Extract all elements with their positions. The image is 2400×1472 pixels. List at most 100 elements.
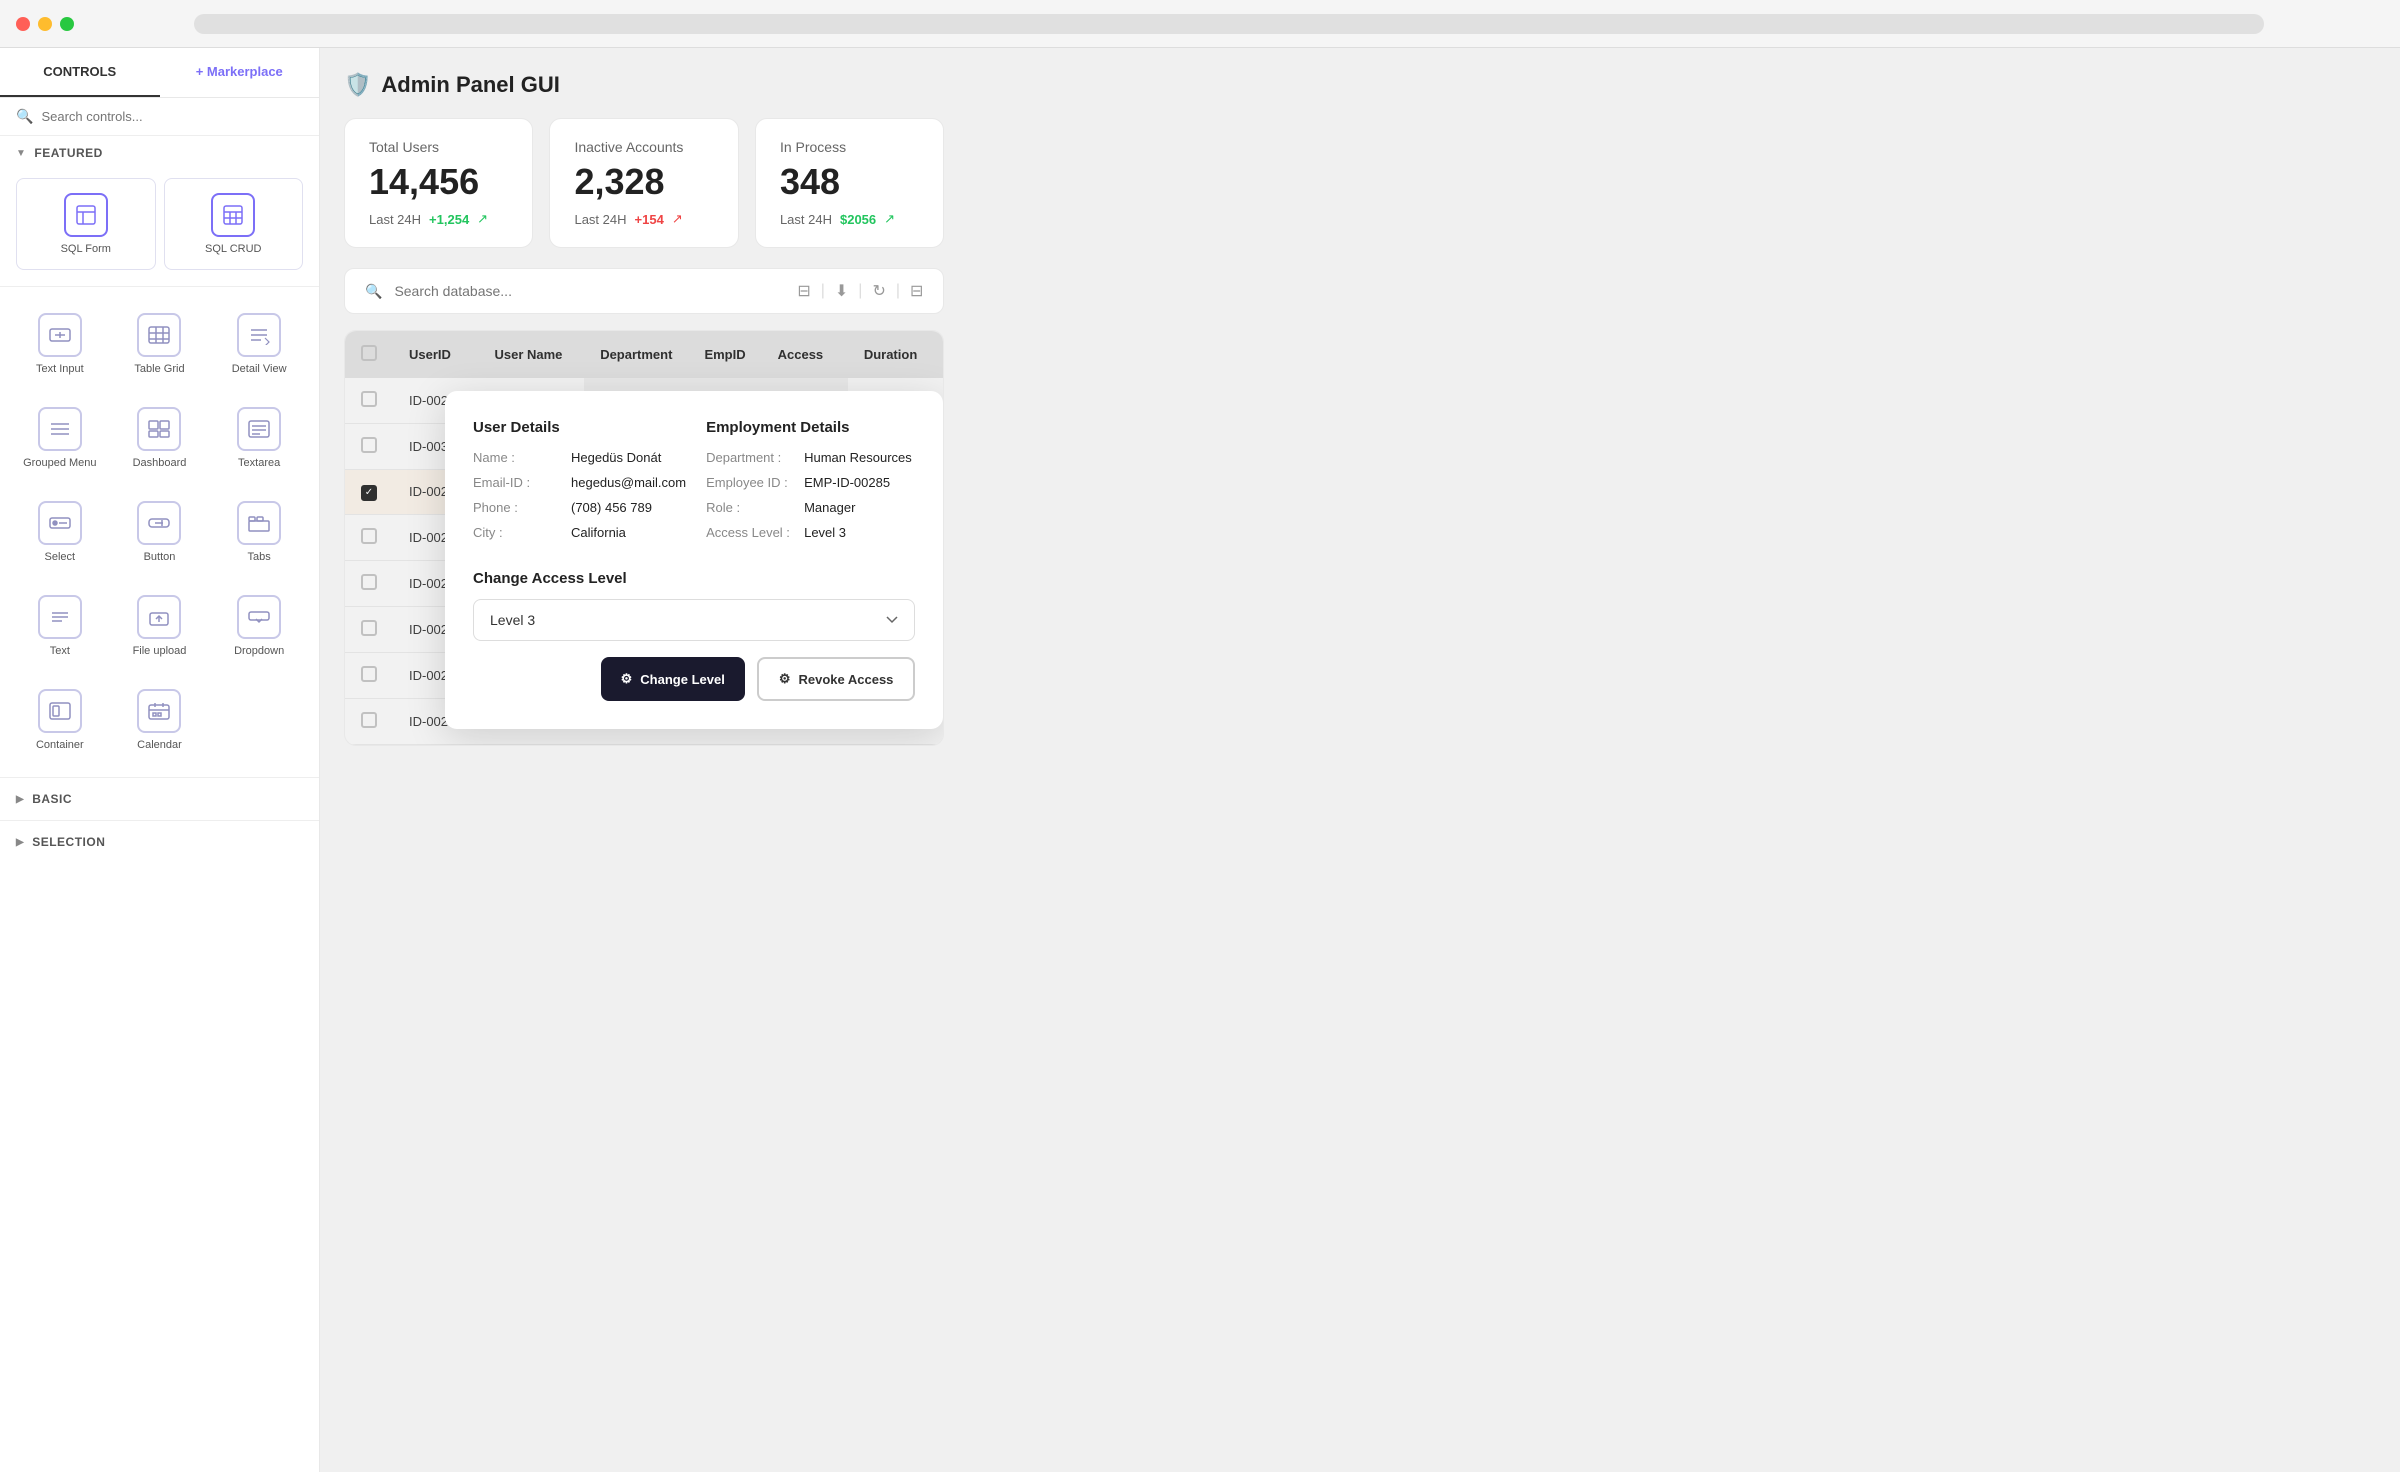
sql-crud-icon [211,193,255,237]
control-button[interactable]: Button [112,487,208,577]
trend-up-icon: ↗ [477,211,488,227]
stat-in-process-value: 348 [780,161,919,203]
minimize-button[interactable] [38,17,52,31]
control-select[interactable]: Select [12,487,108,577]
control-calendar[interactable]: Calendar [112,675,208,765]
section-label-featured: FEATURED [34,146,102,160]
control-tabs[interactable]: Tabs [211,487,307,577]
field-city: City : California [473,525,686,540]
control-dropdown[interactable]: Dropdown [211,581,307,671]
access-level-label: Access Level : [706,525,796,540]
search-bar: 🔍 ⊟ | ⬇ | ↻ | ⊟ [344,268,944,314]
stat-total-users: Total Users 14,456 Last 24H +1,254 ↗ [344,118,533,248]
search-icon-main: 🔍 [365,283,382,300]
tabs-icon [237,501,281,545]
section-header-basic[interactable]: ▶ BASIC [0,782,319,816]
control-sql-crud[interactable]: SQL CRUD [164,178,304,270]
search-actions: ⊟ | ⬇ | ↻ | ⊟ [797,281,923,301]
stat-total-users-change: +1,254 [429,212,469,227]
container-icon [38,689,82,733]
name-label: Name : [473,450,563,465]
close-button[interactable] [16,17,30,31]
chevron-right-icon: ▶ [16,794,24,805]
refresh-icon[interactable]: ↻ [872,281,885,301]
user-details-title: User Details [473,419,686,436]
revoke-access-button[interactable]: ⚙ Revoke Access [757,657,916,701]
change-access-title: Change Access Level [473,570,915,587]
shield-icon: 🛡️ [344,72,371,98]
page-title: Admin Panel GUI [381,72,559,98]
table-grid-label: Table Grid [134,363,184,375]
control-grouped-menu[interactable]: Grouped Menu [12,393,108,483]
stat-total-users-label: Total Users [369,139,508,155]
employment-details-title: Employment Details [706,419,915,436]
filter-icon[interactable]: ⊟ [797,281,810,301]
stat-in-process-period: Last 24H [780,212,832,227]
sidebar-tabs: CONTROLS + Markerplace [0,48,319,98]
text-input-label: Text Input [36,363,84,375]
trend-down-icon: ↗ [672,211,683,227]
sql-form-label: SQL Form [61,243,111,255]
grouped-menu-icon [38,407,82,451]
field-access-level: Access Level : Level 3 [706,525,915,540]
chevron-right-icon-2: ▶ [16,837,24,848]
control-text-input[interactable]: Text Input [12,299,108,389]
grouped-menu-label: Grouped Menu [23,457,96,469]
stat-inactive-period: Last 24H [574,212,626,227]
table-grid-icon [137,313,181,357]
maximize-button[interactable] [60,17,74,31]
chevron-down-icon: ▼ [16,148,26,159]
level-select[interactable]: Level 1 Level 2 Level 3 Level 4 Level 5 [473,599,915,641]
field-dept: Department : Human Resources [706,450,915,465]
section-header-featured[interactable]: ▼ FEATURED [0,136,319,170]
stat-inactive-accounts: Inactive Accounts 2,328 Last 24H +154 ↗ [549,118,738,248]
database-search-input[interactable] [394,283,785,299]
revoke-access-label: Revoke Access [798,672,893,687]
control-sql-form[interactable]: SQL Form [16,178,156,270]
search-input[interactable] [41,109,303,124]
change-level-button[interactable]: ⚙ Change Level [601,657,745,701]
titlebar-search-bar [194,14,2264,34]
controls-grid: Text Input Table Grid [0,291,319,773]
control-file-upload[interactable]: File upload [112,581,208,671]
select-label: Select [45,551,76,563]
textarea-icon [237,407,281,451]
control-detail-view[interactable]: Detail View [211,299,307,389]
control-text[interactable]: Text [12,581,108,671]
stat-inactive-label: Inactive Accounts [574,139,713,155]
popup-overlay: User Details Name : Hegedüs Donát Email-… [345,331,943,745]
email-label: Email-ID : [473,475,563,490]
city-label: City : [473,525,563,540]
email-value: hegedus@mail.com [571,475,686,490]
dept-value: Human Resources [804,450,912,465]
tab-marketplace[interactable]: + Markerplace [160,48,320,97]
control-textarea[interactable]: Textarea [211,393,307,483]
advanced-filter-icon[interactable]: ⊟ [910,281,923,301]
table-container: UserID User Name Department EmpID Access… [344,330,944,746]
stats-row: Total Users 14,456 Last 24H +1,254 ↗ Ina… [344,118,944,248]
sql-crud-label: SQL CRUD [205,243,261,255]
dept-label: Department : [706,450,796,465]
section-header-selection[interactable]: ▶ SELECTION [0,825,319,859]
dropdown-icon [237,595,281,639]
control-dashboard[interactable]: Dashboard [112,393,208,483]
phone-value: (708) 456 789 [571,500,652,515]
calendar-icon [137,689,181,733]
control-container[interactable]: Container [12,675,108,765]
role-value: Manager [804,500,855,515]
revoke-access-icon: ⚙ [779,671,791,687]
role-label: Role : [706,500,796,515]
download-icon[interactable]: ⬇ [835,281,848,301]
detail-view-label: Detail View [232,363,287,375]
app-layout: CONTROLS + Markerplace 🔍 ▼ FEATURED [0,48,968,1472]
field-emp-id: Employee ID : EMP-ID-00285 [706,475,915,490]
stat-in-process-footer: Last 24H $2056 ↗ [780,211,919,227]
control-table-grid[interactable]: Table Grid [112,299,208,389]
emp-id-label: Employee ID : [706,475,796,490]
file-upload-label: File upload [133,645,187,657]
section-label-selection: SELECTION [32,835,105,849]
name-value: Hegedüs Donát [571,450,661,465]
search-icon: 🔍 [16,108,33,125]
button-icon [137,501,181,545]
tab-controls[interactable]: CONTROLS [0,48,160,97]
